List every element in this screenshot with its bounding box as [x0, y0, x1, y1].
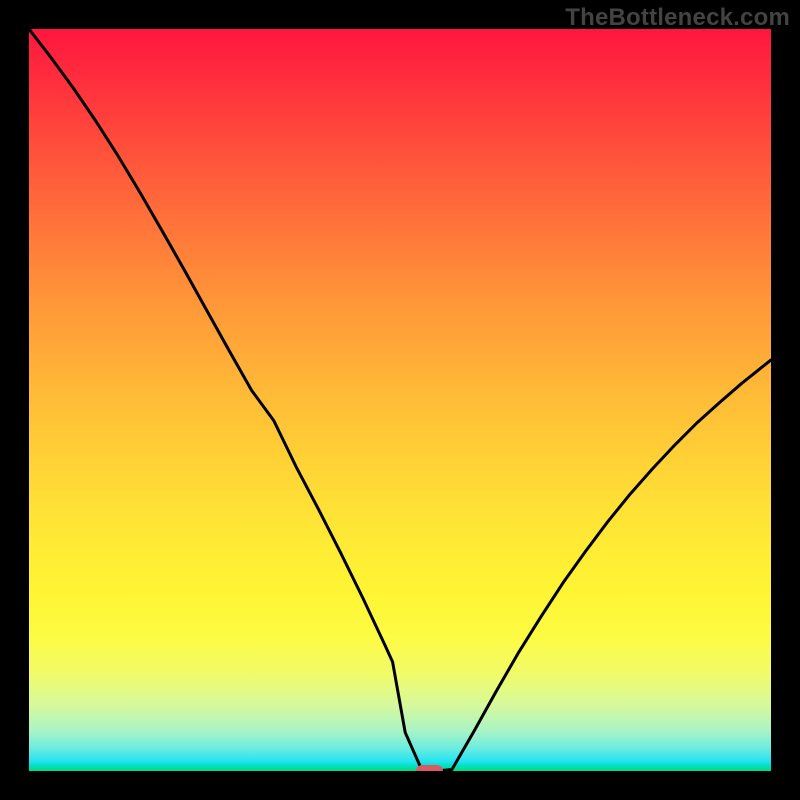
optimal-marker: [416, 765, 443, 771]
watermark-text: TheBottleneck.com: [565, 4, 790, 32]
chart-frame: TheBottleneck.com: [0, 0, 800, 800]
plot-area: [29, 29, 771, 771]
curve-svg: [29, 29, 771, 771]
bottleneck-curve: [29, 29, 771, 771]
